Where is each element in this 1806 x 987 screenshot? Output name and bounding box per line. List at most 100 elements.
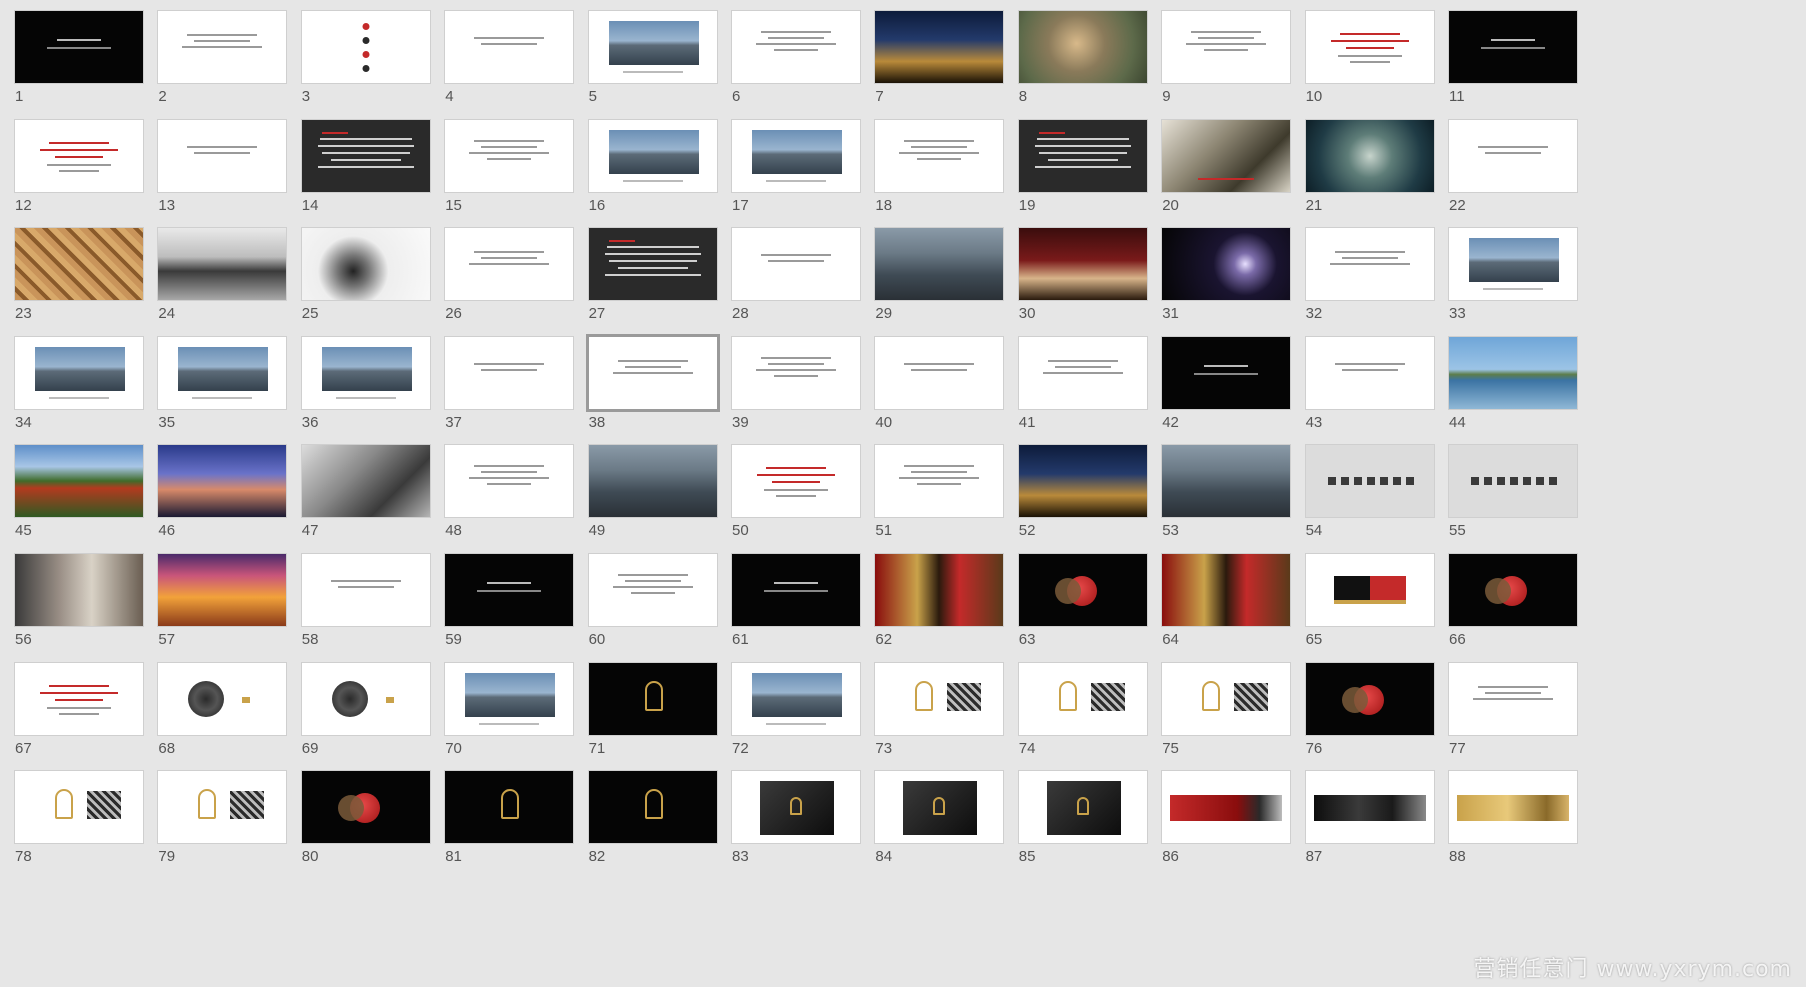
slide-thumbnail-66[interactable]: 66 [1448, 553, 1578, 673]
slide-preview[interactable] [14, 770, 144, 845]
slide-thumbnail-6[interactable]: 6 [731, 10, 861, 130]
slide-thumbnail-81[interactable]: 81 [444, 770, 575, 890]
slide-preview[interactable] [157, 661, 288, 736]
slide-preview[interactable] [157, 553, 288, 627]
slide-preview[interactable] [1304, 335, 1435, 410]
slide-thumbnail-77[interactable]: 77 [1448, 661, 1578, 782]
slide-thumbnail-82[interactable]: 82 [587, 770, 718, 890]
slide-thumbnail-88[interactable]: 88 [1448, 770, 1578, 890]
slide-thumbnail-80[interactable]: 80 [300, 770, 431, 890]
slide-preview[interactable] [585, 333, 720, 412]
slide-thumbnail-27[interactable]: 27 [587, 227, 718, 347]
slide-preview[interactable] [1448, 118, 1578, 193]
slide-thumbnail-18[interactable]: 18 [874, 118, 1005, 239]
slide-thumbnail-59[interactable]: 59 [444, 553, 575, 673]
slide-thumbnail-31[interactable]: 31 [1161, 227, 1292, 347]
slide-preview[interactable] [300, 553, 431, 627]
slide-thumbnail-19[interactable]: 19 [1017, 118, 1148, 239]
slide-preview[interactable] [587, 118, 718, 193]
slide-preview[interactable] [874, 553, 1005, 627]
slide-thumbnail-15[interactable]: 15 [444, 118, 575, 239]
slide-preview[interactable] [587, 10, 718, 84]
slide-preview[interactable] [874, 10, 1005, 84]
slide-thumbnail-41[interactable]: 41 [1017, 335, 1148, 456]
slide-preview[interactable] [300, 227, 431, 302]
slide-preview[interactable] [874, 335, 1005, 410]
slide-preview[interactable] [1161, 118, 1292, 193]
slide-preview[interactable] [731, 227, 861, 302]
slide-thumbnail-46[interactable]: 46 [157, 444, 288, 564]
slide-thumbnail-2[interactable]: 2 [157, 10, 288, 130]
slide-preview[interactable] [731, 444, 861, 519]
slide-preview[interactable] [14, 553, 144, 627]
slide-thumbnail-56[interactable]: 56 [14, 553, 144, 673]
slide-thumbnail-76[interactable]: 76 [1304, 661, 1435, 782]
slide-preview[interactable] [731, 553, 861, 627]
slide-preview[interactable] [1017, 770, 1148, 845]
slide-thumbnail-36[interactable]: 36 [300, 335, 431, 456]
slide-thumbnail-29[interactable]: 29 [874, 227, 1005, 347]
slide-preview[interactable] [1017, 553, 1148, 627]
slide-thumbnail-8[interactable]: 8 [1017, 10, 1148, 130]
slide-thumbnail-54[interactable]: 54 [1304, 444, 1435, 564]
slide-thumbnail-10[interactable]: 10 [1304, 10, 1435, 130]
slide-thumbnail-38[interactable]: 38 [585, 333, 720, 456]
slide-preview[interactable] [300, 10, 431, 84]
slide-thumbnail-49[interactable]: 49 [587, 444, 718, 564]
slide-thumbnail-79[interactable]: 79 [157, 770, 288, 890]
slide-preview[interactable] [1448, 444, 1578, 519]
slide-preview[interactable] [1304, 10, 1435, 84]
slide-preview[interactable] [14, 661, 144, 736]
slide-thumbnail-55[interactable]: 55 [1448, 444, 1578, 564]
slide-preview[interactable] [587, 227, 718, 302]
slide-preview[interactable] [444, 335, 575, 410]
slide-preview[interactable] [1161, 10, 1292, 84]
slide-preview[interactable] [1161, 335, 1292, 410]
slide-thumbnail-44[interactable]: 44 [1448, 335, 1578, 456]
slide-preview[interactable] [731, 118, 861, 193]
slide-preview[interactable] [157, 770, 288, 845]
slide-preview[interactable] [300, 118, 431, 193]
slide-preview[interactable] [14, 335, 144, 410]
slide-thumbnail-13[interactable]: 13 [157, 118, 288, 239]
slide-thumbnail-50[interactable]: 50 [731, 444, 861, 564]
slide-preview[interactable] [1304, 118, 1435, 193]
slide-preview[interactable] [157, 444, 288, 519]
slide-preview[interactable] [1304, 553, 1435, 627]
slide-thumbnail-21[interactable]: 21 [1304, 118, 1435, 239]
slide-thumbnail-73[interactable]: 73 [874, 661, 1005, 782]
slide-preview[interactable] [1304, 770, 1435, 845]
slide-thumbnail-39[interactable]: 39 [731, 335, 861, 456]
slide-thumbnail-86[interactable]: 86 [1161, 770, 1292, 890]
slide-thumbnail-43[interactable]: 43 [1304, 335, 1435, 456]
slide-preview[interactable] [587, 553, 718, 627]
slide-preview[interactable] [1448, 10, 1578, 84]
slide-preview[interactable] [1017, 335, 1148, 410]
slide-preview[interactable] [1017, 444, 1148, 519]
slide-thumbnail-9[interactable]: 9 [1161, 10, 1292, 130]
slide-thumbnail-12[interactable]: 12 [14, 118, 144, 239]
slide-preview[interactable] [587, 770, 718, 845]
slide-thumbnail-53[interactable]: 53 [1161, 444, 1292, 564]
slide-thumbnail-60[interactable]: 60 [587, 553, 718, 673]
slide-thumbnail-47[interactable]: 47 [300, 444, 431, 564]
slide-thumbnail-72[interactable]: 72 [731, 661, 861, 782]
slide-preview[interactable] [14, 227, 144, 302]
slide-thumbnail-33[interactable]: 33 [1448, 227, 1578, 347]
slide-preview[interactable] [1161, 661, 1292, 736]
slide-preview[interactable] [444, 227, 575, 302]
slide-preview[interactable] [444, 661, 575, 736]
slide-thumbnail-51[interactable]: 51 [874, 444, 1005, 564]
slide-preview[interactable] [300, 661, 431, 736]
slide-preview[interactable] [874, 770, 1005, 845]
slide-thumbnail-25[interactable]: 25 [300, 227, 431, 347]
slide-preview[interactable] [1304, 227, 1435, 302]
slide-preview[interactable] [1304, 661, 1435, 736]
slide-thumbnail-75[interactable]: 75 [1161, 661, 1292, 782]
slide-preview[interactable] [1017, 118, 1148, 193]
slide-preview[interactable] [1161, 770, 1292, 845]
slide-thumbnail-16[interactable]: 16 [587, 118, 718, 239]
slide-preview[interactable] [444, 770, 575, 845]
slide-thumbnail-67[interactable]: 67 [14, 661, 144, 782]
slide-thumbnail-7[interactable]: 7 [874, 10, 1005, 130]
